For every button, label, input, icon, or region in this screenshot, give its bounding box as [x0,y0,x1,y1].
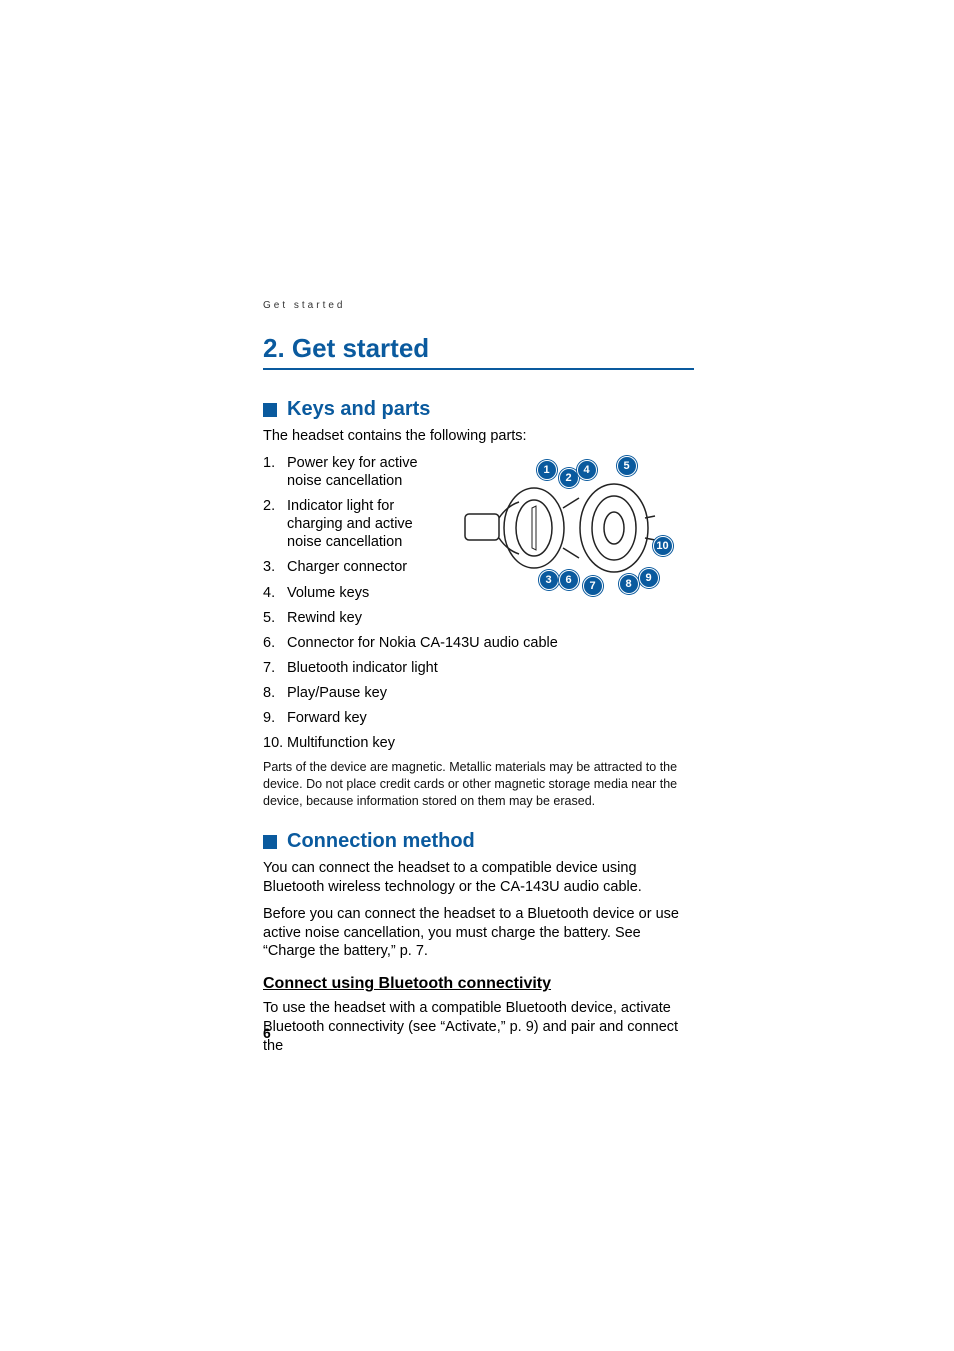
body-paragraph: To use the headset with a compatible Blu… [263,999,694,1056]
chapter-title: 2. Get started [263,333,694,370]
part-label: Play/Pause key [287,684,387,702]
callout-2: 2 [559,468,579,488]
bullet-square-icon [263,835,277,849]
part-label: Indicator light for charging and active … [287,497,423,551]
callout-10: 10 [653,536,673,556]
diagram-column: 1 2 3 4 5 6 7 8 9 10 [443,454,694,634]
list-item: 3.Charger connector [263,558,423,576]
section-heading-keys-and-parts: Keys and parts [263,398,694,421]
callout-9: 9 [639,568,659,588]
magnetic-warning-note: Parts of the device are magnetic. Metall… [263,759,694,810]
part-label: Bluetooth indicator light [287,659,438,677]
callout-5: 5 [617,456,637,476]
part-label: Connector for Nokia CA-143U audio cable [287,634,558,652]
parts-list-narrow: 1.Power key for active noise cancellatio… [263,454,423,634]
intro-text: The headset contains the following parts… [263,427,694,446]
headset-diagram: 1 2 3 4 5 6 7 8 9 10 [459,458,679,598]
parts-list-continued: 6.Connector for Nokia CA-143U audio cabl… [263,634,694,753]
part-label: Charger connector [287,558,407,576]
list-item: 4.Volume keys [263,584,423,602]
list-item: 1.Power key for active noise cancellatio… [263,454,423,490]
running-header: Get started [263,300,694,311]
parts-layout: 1.Power key for active noise cancellatio… [263,454,694,634]
document-page: Get started 2. Get started Keys and part… [0,0,954,1351]
callout-7: 7 [583,576,603,596]
section-heading-connection-method: Connection method [263,830,694,853]
callout-4: 4 [577,460,597,480]
callout-1: 1 [537,460,557,480]
section-title: Connection method [287,830,475,853]
part-label: Multifunction key [287,734,395,752]
list-item: 8.Play/Pause key [263,684,694,702]
callout-8: 8 [619,574,639,594]
part-label: Power key for active noise cancellation [287,454,423,490]
list-item: 5.Rewind key [263,609,423,627]
list-item: 7.Bluetooth indicator light [263,659,694,677]
section-title: Keys and parts [287,398,430,421]
bullet-square-icon [263,403,277,417]
list-item: 6.Connector for Nokia CA-143U audio cabl… [263,634,694,652]
page-number: 6 [263,1025,271,1041]
body-paragraph: Before you can connect the headset to a … [263,905,694,962]
part-label: Rewind key [287,609,362,627]
subsection-heading: Connect using Bluetooth connectivity [263,975,694,993]
list-item: 10.Multifunction key [263,734,694,752]
callout-3: 3 [539,570,559,590]
part-label: Forward key [287,709,367,727]
part-label: Volume keys [287,584,369,602]
list-item: 2.Indicator light for charging and activ… [263,497,423,551]
callout-6: 6 [559,570,579,590]
body-paragraph: You can connect the headset to a compati… [263,859,694,897]
list-item: 9.Forward key [263,709,694,727]
